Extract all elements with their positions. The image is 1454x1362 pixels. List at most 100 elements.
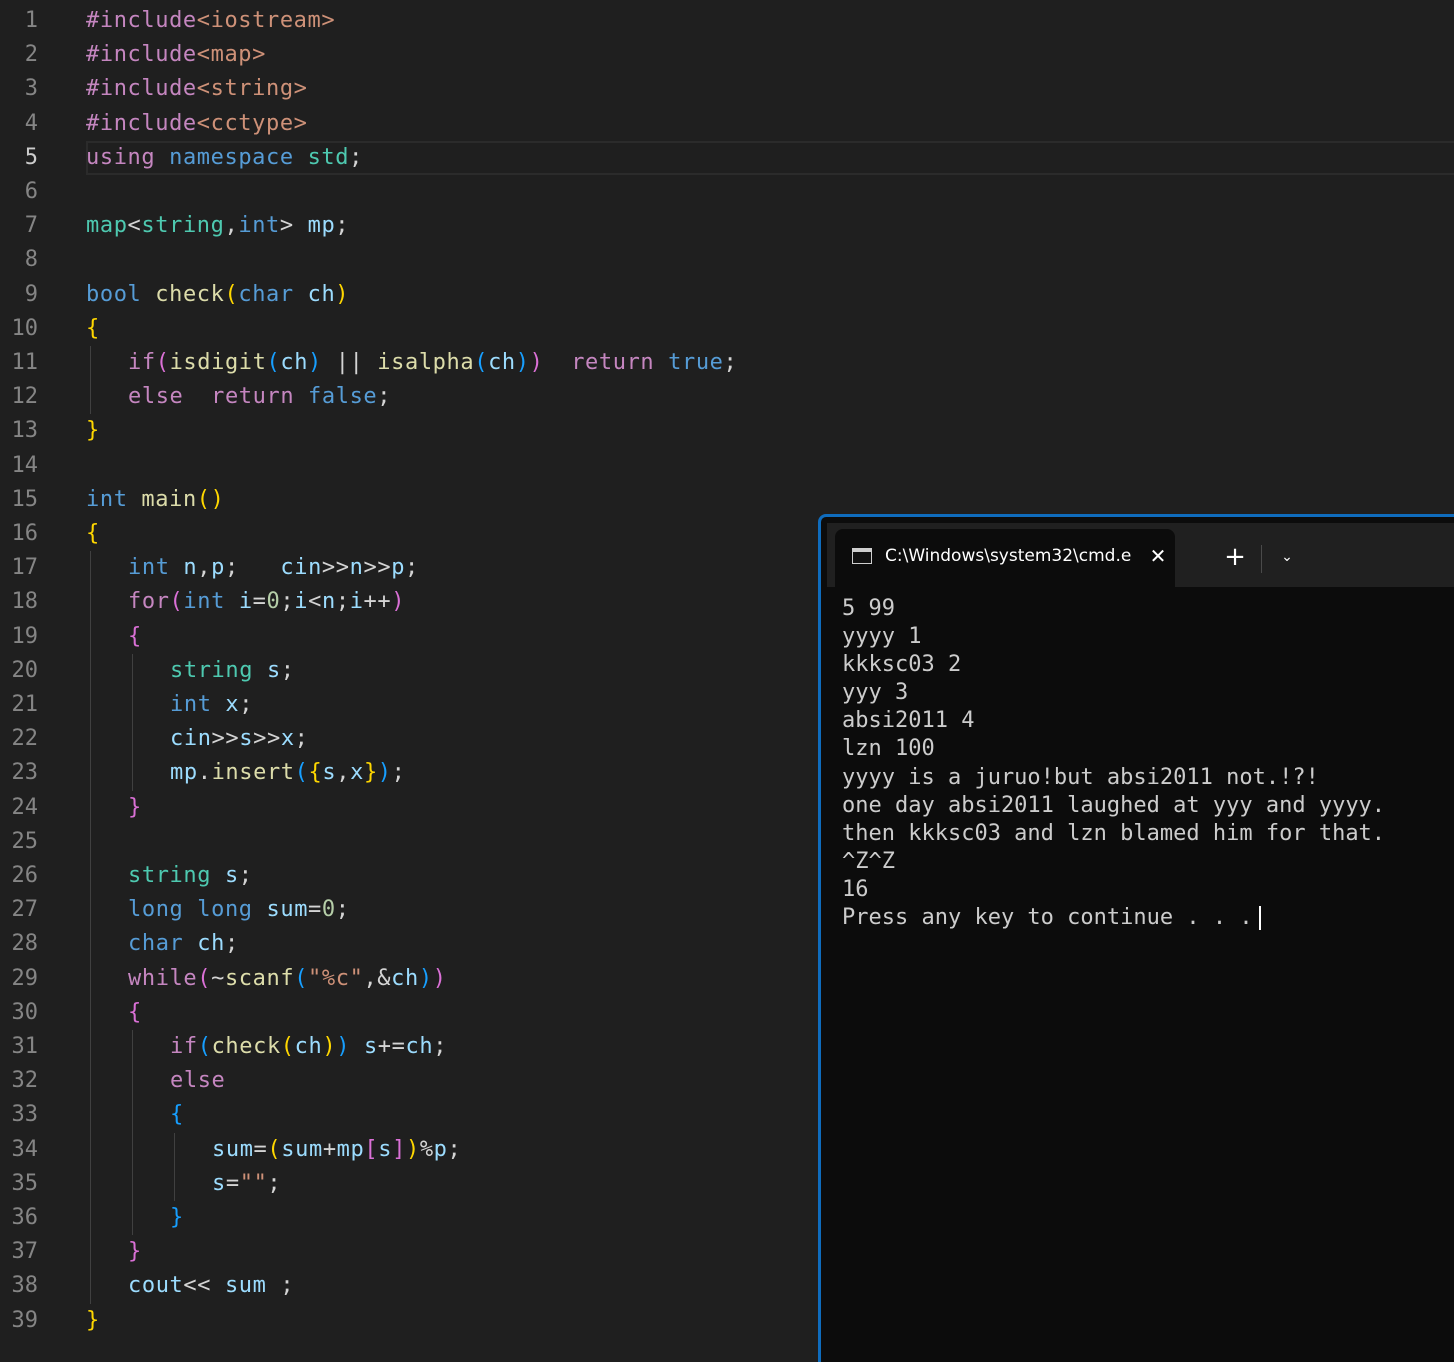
line-number: 28 xyxy=(11,931,39,957)
line-number: 33 xyxy=(11,1102,39,1128)
code-text: bool check(char ch) xyxy=(86,278,349,312)
code-token: ) xyxy=(322,1034,337,1059)
terminal-titlebar[interactable]: C:\Windows\system32\cmd.exe ✕ + ⌄ xyxy=(827,523,1454,587)
code-token: ; xyxy=(294,726,309,752)
code-token: 0 xyxy=(266,589,281,615)
code-text: cin>>s>>x; xyxy=(170,722,309,756)
code-token: ~ xyxy=(211,965,225,991)
terminal-output-line: 16 xyxy=(842,876,1385,904)
code-token: ; xyxy=(267,1170,282,1196)
terminal-output-text: Press any key to continue . . . xyxy=(842,905,1253,931)
code-token: } xyxy=(170,1205,184,1230)
code-line[interactable]: 6 xyxy=(0,175,1454,209)
code-line[interactable]: 13} xyxy=(0,414,1454,448)
code-line[interactable]: 2 #include<map> xyxy=(0,38,1454,72)
code-token: ++ xyxy=(363,589,392,615)
code-token: ; xyxy=(447,1136,462,1162)
code-token: ,& xyxy=(363,965,392,991)
line-number: 22 xyxy=(11,726,39,752)
code-line[interactable]: 11 if(isdigit(ch) || isalpha(ch)) return … xyxy=(0,346,1454,380)
code-token: s xyxy=(224,863,239,888)
code-token: ( xyxy=(224,281,239,307)
code-token: ; xyxy=(280,657,295,683)
terminal-output-line: absi2011 4 xyxy=(842,707,1385,735)
code-token: n xyxy=(349,555,364,581)
code-token: insert xyxy=(211,760,295,786)
code-token: cin xyxy=(170,726,212,752)
code-token: { xyxy=(86,521,100,546)
code-text: } xyxy=(170,1201,184,1235)
new-tab-button[interactable]: + xyxy=(1221,543,1249,571)
code-token: #include xyxy=(86,110,197,136)
code-token: ) xyxy=(391,589,406,615)
close-icon[interactable]: ✕ xyxy=(1147,543,1169,569)
terminal-output-line: yyy 3 xyxy=(842,679,1385,707)
code-line[interactable]: 9 bool check(char ch) xyxy=(0,278,1454,312)
code-line[interactable]: 14 xyxy=(0,449,1454,483)
code-token: + xyxy=(322,1136,337,1162)
code-line[interactable]: 7 map<string,int> mp; xyxy=(0,209,1454,243)
code-line[interactable]: 4 #include<cctype> xyxy=(0,107,1454,141)
code-token: char xyxy=(238,281,294,307)
indent-guide xyxy=(132,1030,133,1236)
indent-guide xyxy=(132,653,133,791)
code-token: mp xyxy=(336,1136,365,1162)
code-token: ; xyxy=(377,384,392,410)
line-number: 34 xyxy=(11,1136,39,1162)
code-token: s xyxy=(212,1170,226,1196)
code-token: ) xyxy=(418,965,433,991)
code-line[interactable]: 15 int main() xyxy=(0,483,1454,517)
code-token: ; xyxy=(238,863,253,888)
terminal-output[interactable]: 5 99 yyyy 1 kkksc03 2 yyy 3 absi2011 4 lzn 10… xyxy=(842,595,1385,932)
code-text: mp.insert({s,x}); xyxy=(170,756,406,790)
terminal-window[interactable]: C:\Windows\system32\cmd.exe ✕ + ⌄ 5 99 yy… xyxy=(818,514,1454,1362)
code-token: isdigit xyxy=(169,350,267,375)
terminal-output-line: 5 99 xyxy=(842,595,1385,623)
code-token: <cctype> xyxy=(196,110,308,136)
text-cursor xyxy=(1258,906,1261,931)
line-number: 35 xyxy=(11,1170,39,1196)
code-line[interactable]: 12 else return false; xyxy=(0,380,1454,414)
code-token: mp xyxy=(170,760,198,786)
code-token: ; xyxy=(335,589,350,615)
code-token: ch xyxy=(488,350,516,375)
code-line[interactable]: 8 xyxy=(0,243,1454,277)
code-token: x xyxy=(225,692,240,717)
terminal-tab[interactable]: C:\Windows\system32\cmd.exe ✕ xyxy=(835,529,1175,587)
code-token: [ xyxy=(364,1136,379,1162)
code-text: using namespace std; xyxy=(86,141,363,175)
indent-guide xyxy=(90,551,91,1304)
code-token: isalpha xyxy=(377,350,475,375)
code-token: < xyxy=(308,589,322,615)
chevron-down-icon[interactable]: ⌄ xyxy=(1273,543,1301,571)
cmd-icon xyxy=(852,548,872,564)
code-token: int xyxy=(128,555,170,581)
code-text: cout<< sum ; xyxy=(128,1269,294,1303)
code-token: scanf xyxy=(224,965,295,991)
code-token: = xyxy=(252,589,267,615)
code-token: s xyxy=(239,726,254,752)
line-number: 1 xyxy=(24,8,38,33)
terminal-output-line: Press any key to continue . . . xyxy=(842,904,1385,932)
code-line[interactable]: 5 using namespace std; xyxy=(0,140,1454,175)
terminal-output-text: yyyy is a juruo!but absi2011 not.!?! xyxy=(842,764,1319,790)
code-token: "" xyxy=(239,1170,268,1196)
code-token: int xyxy=(170,692,212,717)
code-line[interactable]: 10 { xyxy=(0,312,1454,346)
code-line[interactable]: 3 #include<string> xyxy=(0,72,1454,106)
code-token: map xyxy=(86,213,128,239)
code-token: int xyxy=(86,486,128,512)
code-line[interactable]: 1 #include<iostream> xyxy=(0,4,1454,38)
code-token: sum xyxy=(266,897,309,923)
code-token: return xyxy=(571,350,655,375)
line-number: 9 xyxy=(24,281,38,307)
code-text: map<string,int> mp; xyxy=(86,209,349,243)
code-token: { xyxy=(128,999,142,1025)
code-token: ( xyxy=(197,965,212,991)
code-token: p xyxy=(433,1136,448,1162)
line-number: 11 xyxy=(11,350,39,375)
terminal-output-text: lzn 100 xyxy=(842,736,935,762)
code-token: long xyxy=(197,897,253,923)
code-token: ; xyxy=(239,692,254,717)
